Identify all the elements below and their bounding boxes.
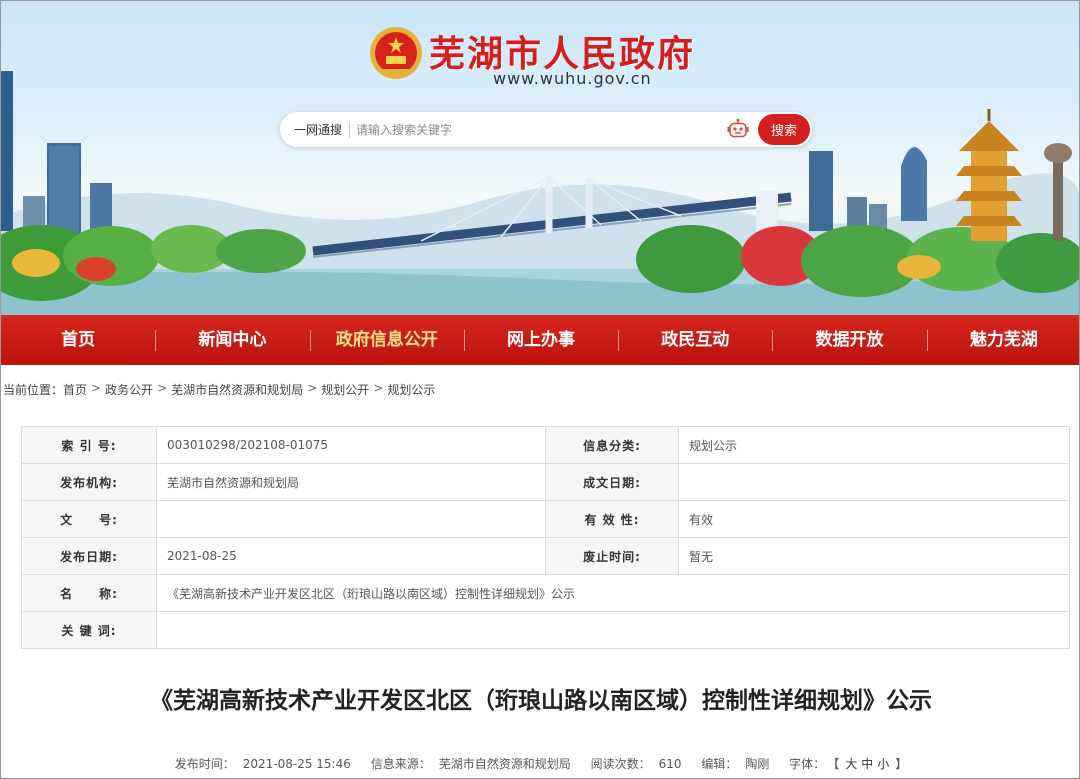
breadcrumb-separator: > (373, 381, 384, 395)
table-row: 名 称: 《芜湖高新技术产业开发区北区（珩琅山路以南区域）控制性详细规划》公示 (21, 574, 1070, 612)
bracket-close: 】 (895, 757, 908, 771)
breadcrumb-item-planning-open[interactable]: 规划公开 (321, 381, 369, 401)
expire-date-label: 废止时间: (545, 537, 679, 575)
search-button[interactable]: 搜索 (758, 114, 810, 145)
info-table: 索 引 号: 003010298/202108-01075 信息分类: 规划公示… (21, 426, 1070, 649)
breadcrumb-prefix: 当前位置： (3, 383, 64, 397)
meta-label: 阅读次数： (590, 757, 651, 771)
article-title: 《芜湖高新技术产业开发区北区（珩琅山路以南区域）控制性详细规划》公示 (150, 688, 932, 714)
nav-item-charm-wuhu[interactable]: 魅力芜湖 (926, 315, 1079, 365)
bracket-open: 【 (833, 757, 840, 771)
page-frame: 芜湖市人民政府 www.wuhu.gov.cn 一网通搜 搜索 首页 新闻中心 … (0, 0, 1080, 779)
index-no-label: 索 引 号: (21, 426, 157, 464)
meta-value: 芜湖市自然资源和规划局 (438, 757, 571, 771)
nav-item-home[interactable]: 首页 (1, 315, 155, 365)
site-url: www.wuhu.gov.cn (493, 69, 652, 88)
meta-value: 610 (658, 757, 682, 771)
table-row: 索 引 号: 003010298/202108-01075 信息分类: 规划公示 (21, 426, 1070, 464)
created-date-label: 成文日期: (545, 463, 679, 501)
meta-value: 2021-08-25 15:46 (242, 757, 351, 771)
site-logo[interactable]: 芜湖市人民政府 www.wuhu.gov.cn (369, 23, 729, 93)
font-size-small-link[interactable]: 小 (875, 757, 891, 771)
keywords-value (156, 611, 1070, 649)
table-row: 发布日期: 2021-08-25 废止时间: 暂无 (21, 537, 1070, 575)
publish-date-value: 2021-08-25 (156, 537, 546, 575)
article-meta: 发布时间： 2021-08-25 15:46 信息来源： 芜湖市自然资源和规划局 阅… (1, 755, 1079, 772)
publisher-value: 芜湖市自然资源和规划局 (156, 463, 546, 501)
search-scope-label[interactable]: 一网通搜 (294, 121, 342, 138)
breadcrumb: 当前位置： 首页 > 政务公开 > 芜湖市自然资源和规划局 > 规划公开 > 规… (3, 381, 435, 401)
validity-value: 有效 (678, 500, 1070, 538)
category-label: 信息分类: (545, 426, 679, 464)
publish-time-meta: 发布时间： 2021-08-25 15:46 (171, 757, 355, 771)
nav-item-interaction[interactable]: 政民互动 (618, 315, 772, 365)
nav-item-open-data[interactable]: 数据开放 (772, 315, 926, 365)
keywords-label: 关 键 词: (21, 611, 157, 649)
robot-icon[interactable] (726, 118, 750, 142)
index-no-value: 003010298/202108-01075 (156, 426, 546, 464)
breadcrumb-separator: > (307, 381, 318, 395)
font-size-toggle: 字体： 【大中小】 (785, 757, 911, 771)
expire-date-value: 暂无 (678, 537, 1070, 575)
meta-label: 编辑： (701, 757, 738, 771)
table-row: 发布机构: 芜湖市自然资源和规划局 成文日期: (21, 463, 1070, 501)
doc-no-value (156, 500, 546, 538)
breadcrumb-item-gov-affairs[interactable]: 政务公开 (105, 381, 153, 401)
category-value: 规划公示 (678, 426, 1070, 464)
search-bar: 一网通搜 搜索 (280, 112, 812, 147)
meta-value: 陶刚 (745, 757, 770, 771)
nav-item-online-service[interactable]: 网上办事 (463, 315, 618, 365)
table-row: 关 键 词: (21, 611, 1070, 649)
doc-no-label: 文 号: (21, 500, 157, 538)
breadcrumb-separator: > (91, 381, 102, 395)
main-nav: 首页 新闻中心 政府信息公开 网上办事 政民互动 数据开放 魅力芜湖 (1, 315, 1079, 365)
nav-item-news[interactable]: 新闻中心 (155, 315, 309, 365)
meta-label: 信息来源： (370, 757, 431, 771)
nav-item-gov-info[interactable]: 政府信息公开 (309, 315, 464, 365)
name-value: 《芜湖高新技术产业开发区北区（珩琅山路以南区域）控制性详细规划》公示 (156, 574, 1070, 612)
font-size-medium-link[interactable]: 中 (859, 757, 875, 771)
source-meta: 信息来源： 芜湖市自然资源和规划局 (367, 757, 575, 771)
publish-date-label: 发布日期: (21, 537, 157, 575)
view-count-meta: 阅读次数： 610 (587, 757, 686, 771)
validity-label: 有 效 性: (545, 500, 679, 538)
header-banner: 芜湖市人民政府 www.wuhu.gov.cn 一网通搜 搜索 (1, 1, 1079, 315)
pagoda-illustration (956, 109, 1022, 241)
name-label: 名 称: (21, 574, 157, 612)
font-size-large-link[interactable]: 大 (843, 757, 859, 771)
publisher-label: 发布机构: (21, 463, 157, 501)
meta-label: 发布时间： (174, 757, 235, 771)
table-row: 文 号: 有 效 性: 有效 (21, 500, 1070, 538)
breadcrumb-item-home[interactable]: 首页 (63, 381, 87, 401)
breadcrumb-separator: > (157, 381, 168, 395)
meta-label: 字体： (789, 757, 826, 771)
breadcrumb-item-bureau[interactable]: 芜湖市自然资源和规划局 (171, 381, 303, 401)
search-input[interactable] (356, 117, 716, 142)
national-emblem-icon (370, 27, 422, 79)
editor-meta: 编辑： 陶刚 (697, 757, 773, 771)
breadcrumb-item-planning-notice[interactable]: 规划公示 (387, 381, 435, 401)
search-divider (349, 121, 350, 138)
created-date-value (678, 463, 1070, 501)
